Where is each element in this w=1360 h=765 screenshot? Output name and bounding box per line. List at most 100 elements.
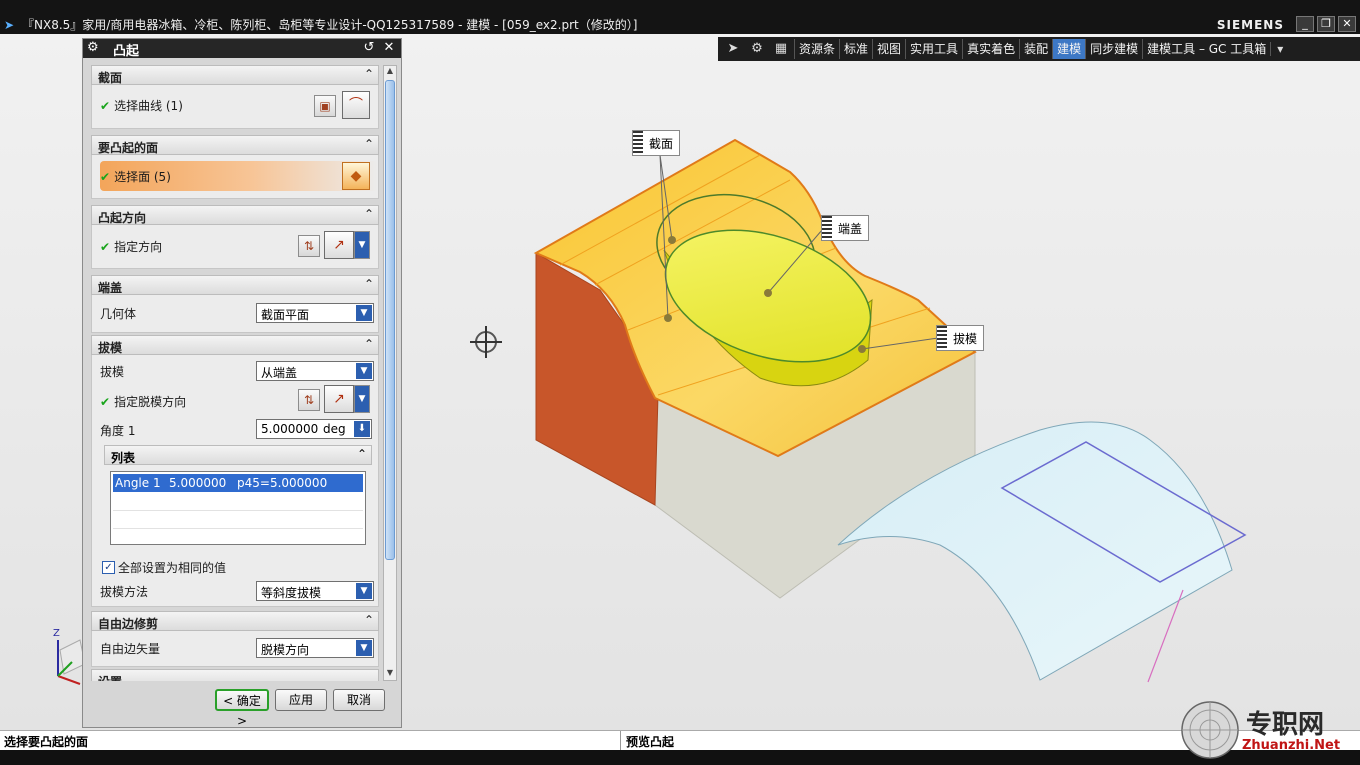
emboss-dialog: ⚙ 凸起 ↺ ✕ 截面 ⌃ ✔ 选择曲线 (1) ▣ ⌒ 要凸起的面 ⌃ ✔ 选择面… [82,38,402,728]
callout-section[interactable]: 截面 [632,130,681,156]
check-icon: ✔ [100,395,111,409]
watermark-ball-icon [1181,701,1239,759]
chevron-up-icon[interactable]: ⌃ [364,207,374,221]
callout-handle-icon [822,216,832,240]
specify-direction-row[interactable]: ✔ 指定方向 [100,238,162,255]
tab-view[interactable]: 视图 [872,39,905,59]
select-curve-row[interactable]: ✔ 选择曲线 (1) [100,97,183,114]
command-toolbar: ➤ ⚙ ▦ 资源条 标准 视图 实用工具 真实着色 装配 建模 同步建模 建模工… [718,37,1360,61]
chevron-up-icon[interactable]: ⌃ [364,337,374,351]
callout-handle-icon [633,131,643,155]
free-edge-vector-select[interactable]: 脱模方向 ▼ [256,638,374,658]
callout-draft[interactable]: 拔模 [936,325,985,351]
ok-button[interactable]: < 确定 > [215,689,269,728]
vector-icon[interactable]: ↗ [324,385,354,413]
draft-method-select[interactable]: 等斜度拔模 ▼ [256,581,374,601]
brand-label: SIEMENS [1216,18,1284,32]
gear-icon[interactable]: ⚙ [746,39,768,59]
chevron-down-icon: ▼ [356,640,372,656]
crosshair-cursor [470,326,502,358]
toolbar-overflow-button[interactable]: ▾ [1270,42,1289,56]
section-body-section: ✔ 选择曲线 (1) ▣ ⌒ [91,85,379,129]
chevron-up-icon[interactable]: ⌃ [364,277,374,291]
free-edge-vector-label: 自由边矢量 [100,642,161,656]
chevron-down-icon: ▼ [356,305,372,321]
set-all-same-checkbox[interactable]: ✓ [102,561,115,574]
restore-button[interactable]: ❐ [1317,16,1335,32]
list-subheader[interactable]: 列表 ⌃ [104,445,372,465]
scroll-thumb[interactable] [385,80,395,560]
section-body-free-edge: 自由边矢量 脱模方向 ▼ [91,631,379,667]
chevron-down-icon[interactable]: ▼ [354,231,370,259]
scroll-up-icon[interactable]: ▲ [385,66,395,78]
tab-assemblies[interactable]: 装配 [1019,39,1052,59]
reverse-direction-icon[interactable]: ⇅ [298,389,320,411]
section-body-cap: 几何体 截面平面 ▼ [91,295,379,333]
tab-true-shading[interactable]: 真实着色 [962,39,1019,59]
apply-button[interactable]: 应用 [275,689,327,711]
geometry-select[interactable]: 截面平面 ▼ [256,303,374,323]
dialog-body: 截面 ⌃ ✔ 选择曲线 (1) ▣ ⌒ 要凸起的面 ⌃ ✔ 选择面 (5) ◆ 凸起… [87,61,379,681]
draw-direction-row[interactable]: ✔ 指定脱模方向 [100,393,186,410]
section-body-faces: ✔ 选择面 (5) ◆ [91,155,379,199]
section-body-direction: ✔ 指定方向 ⇅ ↗ ▼ [91,225,379,269]
section-header-settings[interactable]: 设置 [91,669,379,681]
tab-synchronous-modeling[interactable]: 同步建模 [1085,39,1142,59]
close-button[interactable]: ✕ [1338,16,1356,32]
chevron-down-icon[interactable]: ▼ [354,385,370,413]
chevron-up-icon[interactable]: ⌃ [357,447,367,461]
draft-select[interactable]: 从端盖 ▼ [256,361,374,381]
section-header-free-edge[interactable]: 自由边修剪 ⌃ [91,611,379,631]
section-header-cap[interactable]: 端盖 ⌃ [91,275,379,295]
chevron-down-icon: ▼ [356,583,372,599]
watermark-cn: 专职网 [1246,710,1325,740]
grid-icon[interactable]: ▦ [770,39,792,59]
section-header-direction[interactable]: 凸起方向 ⌃ [91,205,379,225]
window-title: 『NX8.5』家用/商用电器冰箱、冷柜、陈列柜、岛柜等专业设计-QQ125317… [22,18,638,32]
tab-standard[interactable]: 标准 [839,39,872,59]
cancel-button[interactable]: 取消 [333,689,385,711]
sketch-section-icon[interactable]: ▣ [314,95,336,117]
vector-icon[interactable]: ↗ [324,231,354,259]
angle-list: Angle 1 5.000000 p45=5.000000 [110,471,366,545]
list-row[interactable]: Angle 1 5.000000 p45=5.000000 [113,474,363,492]
select-face-label: ✔ 选择面 (5) [100,170,171,184]
nx-brand-icon[interactable]: ➤ [722,39,744,59]
list-gridline [113,510,363,511]
tab-modeling[interactable]: 建模 [1052,39,1086,59]
close-icon[interactable]: ✕ [381,40,397,56]
dialog-title-bar[interactable]: ⚙ 凸起 ↺ ✕ [83,39,401,59]
arrow-down-icon[interactable]: ⬇ [354,421,370,437]
reset-icon[interactable]: ↺ [361,40,377,56]
chevron-up-icon[interactable]: ⌃ [364,67,374,81]
face-icon[interactable]: ◆ [342,162,370,190]
dialog-scrollbar[interactable]: ▲ ▼ [383,65,397,681]
set-all-same-label: 全部设置为相同的值 [118,561,227,575]
chevron-up-icon[interactable]: ⌃ [364,613,374,627]
tab-gc-toolkit[interactable]: 建模工具 – GC 工具箱 [1142,39,1270,59]
watermark: 专职网 Zhuanzhi.Net [1180,700,1360,760]
status-divider [620,731,621,751]
section-header-section[interactable]: 截面 ⌃ [91,65,379,85]
section-header-faces[interactable]: 要凸起的面 ⌃ [91,135,379,155]
curve-icon[interactable]: ⌒ [342,91,370,119]
scroll-down-icon[interactable]: ▼ [385,668,395,680]
draft-method-label: 拔模方法 [100,585,149,599]
tab-utilities[interactable]: 实用工具 [905,39,962,59]
title-bar: ➤ 『NX8.5』家用/商用电器冰箱、冷柜、陈列柜、岛柜等专业设计-QQ1253… [0,0,1360,34]
wcs-triad [57,639,86,685]
angle-input[interactable]: 5.000000 deg ⬇ [256,419,372,439]
chevron-up-icon[interactable]: ⌃ [364,137,374,151]
check-icon: ✔ [100,170,111,184]
triad-z-label: Z [53,628,60,639]
callout-cap[interactable]: 端盖 [821,215,870,241]
status-info: 预览凸起 [626,735,675,749]
dialog-settings-icon[interactable]: ⚙ [87,40,99,55]
minimize-button[interactable]: _ [1296,16,1314,32]
section-header-draft[interactable]: 拔模 ⌃ [91,335,379,355]
list-gridline [113,528,363,529]
tab-resource-bar[interactable]: 资源条 [794,39,839,59]
callout-handle-icon [937,326,947,350]
reverse-direction-icon[interactable]: ⇅ [298,235,320,257]
check-icon: ✔ [100,240,111,254]
